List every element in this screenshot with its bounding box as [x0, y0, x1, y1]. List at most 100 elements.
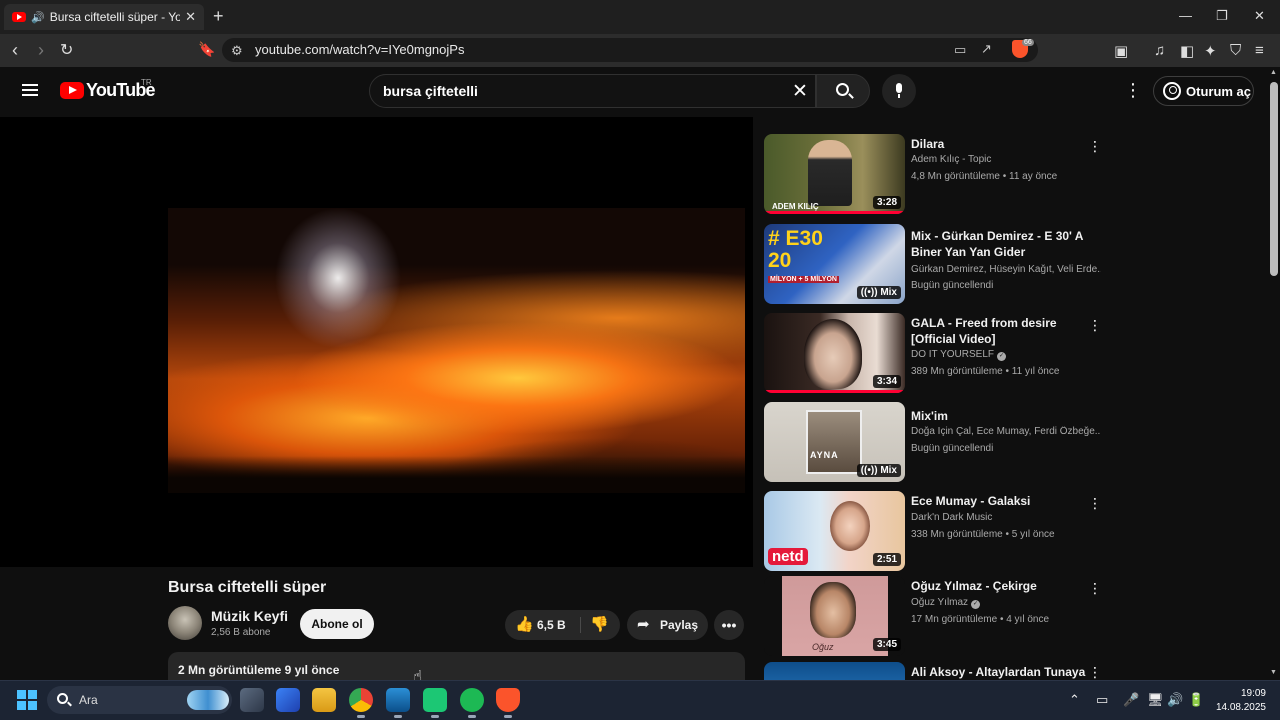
video-thumbnail[interactable]: # E30 20 MİLYON + 5 MİLYON ((•)) Mix — [764, 224, 905, 304]
clock-date[interactable]: 14.08.2025 — [1214, 702, 1266, 713]
mix-badge: ((•)) Mix — [856, 464, 901, 477]
subscribe-button[interactable]: Abone ol — [300, 609, 374, 639]
share-page-icon[interactable]: ↗ — [981, 41, 992, 57]
microsoft-store-icon[interactable] — [276, 688, 300, 712]
new-tab-icon[interactable]: + — [213, 6, 224, 27]
recommendation-title[interactable]: Ece Mumay - Galaksi — [911, 493, 1099, 509]
scroll-up-icon[interactable]: ▲ — [1270, 69, 1277, 76]
clear-search-icon[interactable]: ✕ — [792, 80, 808, 103]
duration-badge: 2:51 — [872, 553, 901, 566]
recommendation-title[interactable]: Mix - Gürkan Demirez - E 30' A Biner Yan… — [911, 228, 1099, 260]
voice-search-button[interactable] — [882, 74, 916, 108]
recommendation-item[interactable]: 3:34 GALA - Freed from desire [Official … — [764, 313, 1104, 393]
windows-start-icon[interactable] — [17, 690, 37, 710]
scroll-down-icon[interactable]: ▼ — [1270, 669, 1277, 676]
browser-tab[interactable]: 🔊 Bursa ciftetelli süper - YouTube ✕ — [4, 4, 204, 30]
taskbar-search-label: Ara — [79, 693, 98, 707]
more-options-icon[interactable]: ⋮ — [1088, 580, 1102, 597]
recommendation-title[interactable]: Dilara — [911, 136, 1099, 152]
recommendation-meta: 389 Mn görüntüleme • 11 yıl önce — [911, 366, 1060, 377]
microphone-tray-icon[interactable]: 🎤 — [1123, 692, 1139, 708]
photos-icon[interactable] — [386, 688, 410, 718]
video-thumbnail[interactable]: ADEM KILIÇ 3:28 — [764, 134, 905, 214]
cast-icon[interactable]: ▭ — [954, 42, 966, 58]
recommendation-item[interactable]: AYNA ((•)) Mix Mix'im Doğa İçin Çal, Ece… — [764, 402, 1104, 482]
messaging-app-icon[interactable] — [423, 688, 447, 718]
recommendation-item[interactable]: ADEM KILIÇ 3:28 Dilara Adem Kılıç - Topi… — [764, 134, 1104, 214]
like-icon[interactable]: 👍 — [515, 615, 534, 633]
scrollbar-thumb[interactable] — [1270, 82, 1278, 276]
reload-icon[interactable]: ↻ — [60, 40, 73, 60]
file-explorer-icon[interactable] — [312, 688, 336, 712]
volume-icon[interactable]: 🔊 — [1167, 692, 1183, 708]
network-icon[interactable]: 🖥 — [1147, 692, 1164, 708]
minimize-icon[interactable]: — — [1179, 8, 1192, 23]
recommendation-title[interactable]: Mix'im — [911, 408, 1099, 424]
leo-ai-icon[interactable]: ✦ — [1204, 42, 1217, 60]
spotify-icon[interactable] — [460, 688, 484, 718]
video-thumbnail[interactable]: Oğuz 3:45 — [764, 576, 905, 656]
brave-browser-icon[interactable] — [496, 688, 520, 718]
more-options-icon[interactable]: ⋮ — [1088, 664, 1102, 680]
clock-time[interactable]: 19:09 — [1240, 688, 1266, 699]
close-tab-icon[interactable]: ✕ — [185, 9, 196, 25]
forward-icon[interactable]: › — [38, 40, 44, 61]
guide-menu-icon[interactable] — [22, 84, 38, 96]
dislike-icon[interactable]: 👎 — [590, 615, 609, 633]
duration-badge: 3:28 — [872, 196, 901, 209]
recommendation-channel: Adem Kılıç - Topic — [911, 154, 992, 165]
video-thumbnail[interactable]: AYNA ((•)) Mix — [764, 402, 905, 482]
like-count[interactable]: 6,5 B — [537, 618, 566, 632]
task-view-icon[interactable] — [240, 688, 264, 712]
close-window-icon[interactable]: ✕ — [1254, 8, 1265, 24]
recommendation-title[interactable]: GALA - Freed from desire [Official Video… — [911, 315, 1099, 347]
chrome-icon[interactable] — [349, 688, 373, 718]
reader-mode-icon[interactable]: ▣ — [1114, 42, 1128, 60]
recommendation-title[interactable]: Ali Aksoy - Altaylardan Tunaya — [911, 664, 1099, 680]
more-actions-icon[interactable]: ••• — [714, 610, 744, 640]
recommendation-channel: Dark'n Dark Music — [911, 512, 993, 523]
recommendation-item[interactable]: Oğuz 3:45 Oğuz Yılmaz - Çekirge Oğuz Yıl… — [764, 576, 1104, 656]
search-icon — [57, 693, 68, 704]
sidebar-icon[interactable]: ◧ — [1180, 42, 1194, 60]
speaker-icon[interactable]: 🔊 — [31, 11, 45, 24]
battery-icon[interactable]: 🔋 — [1188, 692, 1204, 708]
video-thumbnail[interactable] — [764, 662, 905, 680]
video-thumbnail[interactable]: 3:34 — [764, 313, 905, 393]
taskbar-search[interactable]: Ara — [47, 686, 232, 714]
menu-icon[interactable]: ≡ — [1255, 42, 1264, 59]
recommendation-item[interactable]: # E30 20 MİLYON + 5 MİLYON ((•)) Mix Mix … — [764, 224, 1104, 304]
recommendation-channel: Oğuz Yılmaz ✓ — [911, 597, 981, 609]
youtube-favicon-icon — [12, 12, 26, 22]
video-thumbnail[interactable]: netd 2:51 — [764, 491, 905, 571]
url-text[interactable]: youtube.com/watch?v=IYe0mgnojPs — [255, 42, 464, 57]
channel-avatar[interactable] — [168, 606, 202, 640]
recommendation-item[interactable]: Ali Aksoy - Altaylardan Tunaya ⋮ — [764, 662, 1104, 680]
back-icon[interactable]: ‹ — [12, 40, 18, 61]
recommendation-title[interactable]: Oğuz Yılmaz - Çekirge — [911, 578, 1099, 594]
search-query[interactable]: bursa çiftetelli — [383, 83, 478, 99]
more-options-icon[interactable]: ⋮ — [1088, 138, 1102, 155]
recommendation-channel: Doğa İçin Çal, Ece Mumay, Ferdi Özbeğe..… — [911, 426, 1101, 437]
site-info-icon[interactable]: ⚙ — [231, 43, 243, 59]
media-icon[interactable]: ♫ — [1154, 42, 1165, 59]
more-options-icon[interactable]: ⋮ — [1088, 317, 1102, 334]
share-button[interactable]: ➦ Paylaş — [627, 610, 708, 640]
verified-icon: ✓ — [996, 352, 1006, 361]
tablet-icon[interactable]: ▭ — [1096, 692, 1108, 708]
show-hidden-icons-icon[interactable]: ⌃ — [1069, 692, 1080, 708]
watch-progress-bar — [764, 390, 905, 393]
video-title: Bursa ciftetelli süper — [168, 579, 327, 596]
restore-icon[interactable]: ❐ — [1216, 8, 1228, 24]
search-button[interactable] — [816, 74, 870, 108]
signin-button[interactable]: Oturum aç — [1153, 76, 1254, 106]
recommendation-item[interactable]: netd 2:51 Ece Mumay - Galaksi Dark'n Dar… — [764, 491, 1104, 571]
settings-more-icon[interactable]: ⋮ — [1124, 80, 1142, 101]
bookmark-icon[interactable]: 🔖 — [198, 41, 215, 58]
microphone-icon — [896, 83, 902, 93]
more-options-icon[interactable]: ⋮ — [1088, 495, 1102, 512]
channel-name[interactable]: Müzik Keyfi — [211, 608, 288, 624]
vpn-icon[interactable]: ⛉ — [1230, 42, 1241, 59]
video-frame[interactable] — [168, 208, 745, 493]
youtube-logo-icon[interactable] — [60, 82, 84, 99]
